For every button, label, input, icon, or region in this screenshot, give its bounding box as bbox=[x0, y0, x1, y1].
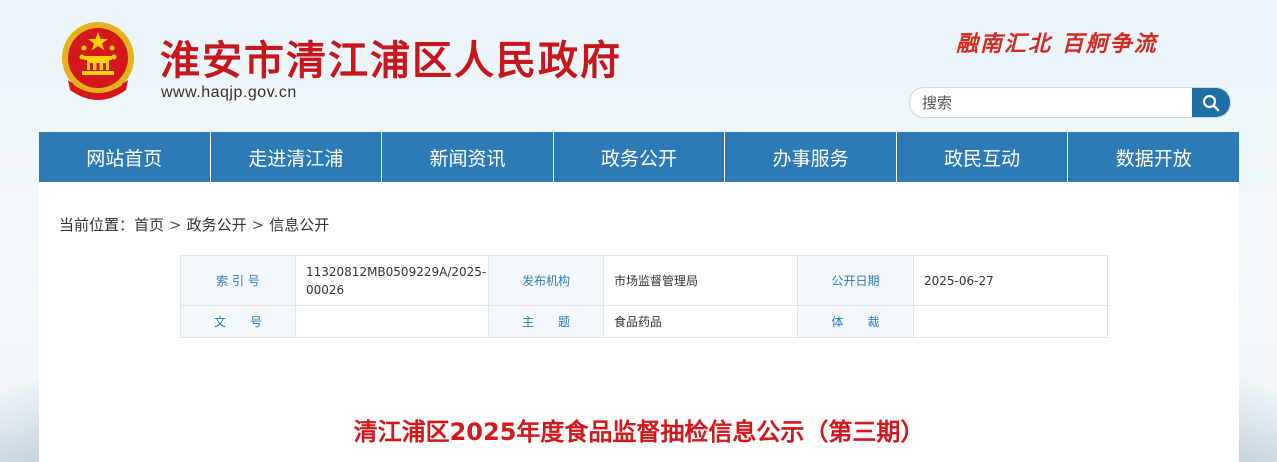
site-header: 淮安市清江浦区人民政府 www.haqjp.gov.cn 融南汇北 百舸争流 bbox=[0, 0, 1277, 132]
breadcrumb-separator: > bbox=[169, 216, 182, 234]
site-title[interactable]: 淮安市清江浦区人民政府 bbox=[160, 28, 622, 86]
search-box bbox=[909, 87, 1231, 118]
main-nav: 网站首页 走进清江浦 新闻资讯 政务公开 办事服务 政民互动 数据开放 bbox=[39, 132, 1239, 182]
breadcrumb-separator: > bbox=[251, 216, 265, 234]
document-meta-table: 索 引 号 11320812MB0509229A/2025-00026 发布机构… bbox=[180, 255, 1108, 338]
search-button[interactable] bbox=[1192, 88, 1230, 117]
meta-row: 索 引 号 11320812MB0509229A/2025-00026 发布机构… bbox=[180, 255, 1108, 306]
search-icon bbox=[1202, 94, 1220, 111]
breadcrumb-item-gov-affairs[interactable]: 政务公开 bbox=[187, 216, 247, 234]
main-content: 当前位置：首页 > 政务公开 > 信息公开 索 引 号 11320812MB050922… bbox=[39, 182, 1239, 462]
article-title: 清江浦区2025年度食品监督抽检信息公示（第三期） bbox=[353, 418, 925, 446]
nav-item-interaction[interactable]: 政民互动 bbox=[897, 132, 1069, 182]
publish-date-label: 公开日期 bbox=[797, 255, 914, 306]
search-input[interactable] bbox=[922, 88, 1182, 117]
genre-value bbox=[913, 305, 1108, 338]
breadcrumb-item-info-disclosure[interactable]: 信息公开 bbox=[269, 216, 329, 234]
nav-item-home[interactable]: 网站首页 bbox=[39, 132, 211, 182]
national-emblem-icon[interactable] bbox=[60, 20, 136, 106]
index-number-label: 索 引 号 bbox=[180, 255, 296, 306]
publisher-value: 市场监督管理局 bbox=[603, 255, 798, 306]
topic-value: 食品药品 bbox=[603, 305, 798, 338]
genre-label: 体 裁 bbox=[797, 305, 914, 338]
nav-item-gov-affairs[interactable]: 政务公开 bbox=[554, 132, 726, 182]
site-url: www.haqjp.gov.cn bbox=[161, 84, 297, 101]
index-number-value: 11320812MB0509229A/2025-00026 bbox=[295, 255, 489, 306]
breadcrumb-item-home[interactable]: 首页 bbox=[134, 216, 164, 234]
background-decoration-left bbox=[0, 352, 40, 462]
document-number-label: 文 号 bbox=[180, 305, 296, 338]
nav-item-news[interactable]: 新闻资讯 bbox=[382, 132, 554, 182]
document-number-value bbox=[295, 305, 489, 338]
breadcrumb-prefix: 当前位置： bbox=[59, 216, 135, 234]
breadcrumb: 当前位置：首页 > 政务公开 > 信息公开 bbox=[59, 214, 329, 235]
publisher-label: 发布机构 bbox=[488, 255, 604, 306]
nav-item-services[interactable]: 办事服务 bbox=[725, 132, 897, 182]
publish-date-value: 2025-06-27 bbox=[913, 255, 1108, 306]
meta-row: 文 号 主 题 食品药品 体 裁 bbox=[180, 305, 1108, 338]
nav-item-about[interactable]: 走进清江浦 bbox=[211, 132, 383, 182]
background-decoration-right bbox=[1237, 352, 1277, 462]
topic-label: 主 题 bbox=[488, 305, 604, 338]
slogan: 融南汇北 百舸争流 bbox=[956, 31, 1158, 57]
nav-item-open-data[interactable]: 数据开放 bbox=[1068, 132, 1239, 182]
